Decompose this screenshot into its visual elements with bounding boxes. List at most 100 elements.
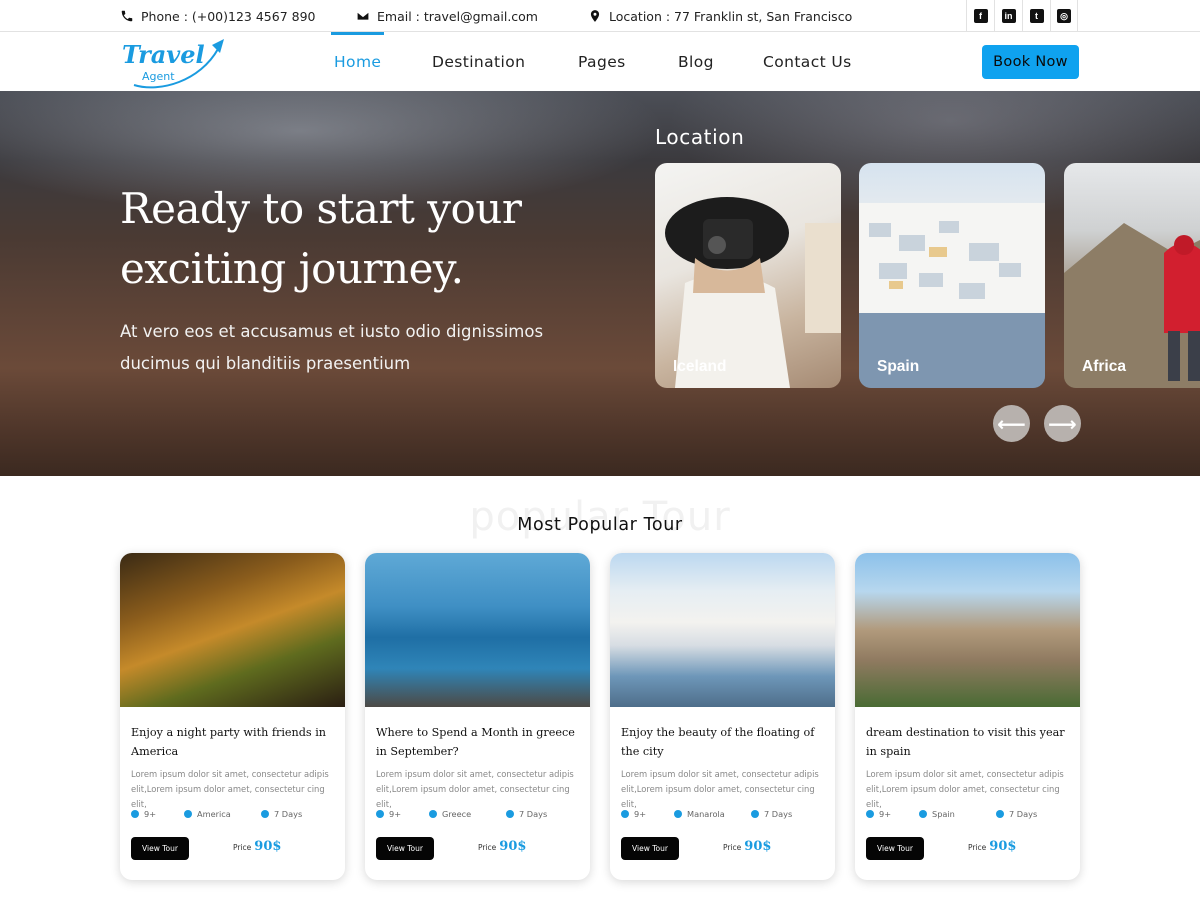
tour-image [610,553,835,707]
map-pin-icon [590,10,600,22]
price-value: 90$ [254,839,282,854]
nav-home[interactable]: Home [330,32,385,91]
email-info: Email : travel@gmail.com [356,0,538,32]
tour-duration: 7 Days [996,809,1037,819]
hero-title: Ready to start your exciting journey. [120,184,522,293]
nav-contact-us[interactable]: Contact Us [763,33,852,91]
price-label: Price [233,843,252,852]
tour-meta: 9+ Greece 7 Days [376,809,582,821]
price-value: 90$ [989,839,1017,854]
email-text[interactable]: Email : travel@gmail.com [377,9,538,24]
people-count-text: 9+ [144,809,157,819]
tour-duration: 7 Days [261,809,302,819]
phone-info: Phone : (+00)123 4567 890 [120,0,316,32]
location-card-africa[interactable]: Africa [1064,163,1200,388]
tour-description: Lorem ipsum dolor sit amet, consectetur … [866,769,1064,809]
tour-body: Enjoy the beauty of the floating of the … [621,723,827,860]
people-count: 9+ [621,809,646,819]
location-heading: Location [655,125,745,149]
top-bar: Phone : (+00)123 4567 890 Email : travel… [0,0,1200,32]
tour-title[interactable]: Enjoy the beauty of the floating of the … [621,723,827,763]
map-pin-icon [919,810,927,818]
nav-blog[interactable]: Blog [678,33,714,91]
price-label: Price [968,843,987,852]
tour-meta: 9+ America 7 Days [131,809,337,821]
clock-icon [506,810,514,818]
tour-price: Price 90$ [968,839,1016,854]
book-now-button[interactable]: Book Now [982,45,1079,79]
envelope-icon [356,11,370,21]
location-info: Location : 77 Franklin st, San Francisco [588,0,852,32]
tour-description: Lorem ipsum dolor sit amet, consectetur … [131,769,329,809]
location-name: Iceland [673,358,727,375]
tour-place: Greece [429,809,471,819]
tour-card[interactable]: dream destination to visit this year in … [855,553,1080,880]
tour-duration-text: 7 Days [274,809,303,819]
carousel-prev-button[interactable]: ⟵ [993,405,1030,442]
nav-pages[interactable]: Pages [578,33,626,91]
carousel-next-button[interactable]: ⟶ [1044,405,1081,442]
main-nav: Travel Agent Home Destination Pages Blog… [0,32,1200,91]
tour-duration: 7 Days [506,809,547,819]
tour-image [855,553,1080,707]
arrow-right-icon: ⟶ [1048,411,1077,436]
view-tour-button[interactable]: View Tour [621,837,679,860]
logo-text-line2: Agent [142,70,175,83]
nav-destination[interactable]: Destination [432,33,525,91]
tour-place: Spain [919,809,955,819]
clock-icon [996,810,1004,818]
clock-icon [261,810,269,818]
map-pin-icon [429,810,437,818]
people-count: 9+ [131,809,156,819]
tour-price: Price 90$ [478,839,526,854]
tour-card[interactable]: Where to Spend a Month in greece in Sept… [365,553,590,880]
tour-meta: 9+ Manarola 7 Days [621,809,827,821]
tour-place-text: America [197,809,231,819]
tour-duration-text: 7 Days [519,809,548,819]
map-pin-icon [184,810,192,818]
arrow-left-icon: ⟵ [997,411,1026,436]
map-pin-icon [674,810,682,818]
location-name: Spain [877,358,920,375]
price-label: Price [723,843,742,852]
hero-banner: Ready to start your exciting journey. At… [0,91,1200,476]
tour-duration: 7 Days [751,809,792,819]
tour-body: dream destination to visit this year in … [866,723,1072,860]
spain-photo [859,203,1045,388]
location-text: Location : 77 Franklin st, San Francisco [609,8,853,24]
facebook-icon[interactable]: f [966,0,994,32]
people-count-text: 9+ [634,809,647,819]
view-tour-button[interactable]: View Tour [131,837,189,860]
user-icon [621,810,629,818]
user-icon [131,810,139,818]
location-card-spain[interactable]: Spain [859,163,1045,388]
logo[interactable]: Travel Agent [120,35,230,89]
view-tour-button[interactable]: View Tour [866,837,924,860]
social-links: f in t ◎ [966,0,1078,32]
tour-card[interactable]: Enjoy the beauty of the floating of the … [610,553,835,880]
phone-text: Phone : (+00)123 4567 890 [141,8,316,24]
africa-photo [1064,223,1200,388]
view-tour-button[interactable]: View Tour [376,837,434,860]
tour-description: Lorem ipsum dolor sit amet, consectetur … [621,769,819,809]
clock-icon [751,810,759,818]
logo-text-line1: Travel [122,40,205,69]
location-card-iceland[interactable]: Iceland [655,163,841,388]
price-value: 90$ [499,839,527,854]
section-title: Most Popular Tour [517,515,683,535]
tour-card[interactable]: Enjoy a night party with friends in Amer… [120,553,345,880]
tour-title[interactable]: Where to Spend a Month in greece in Sept… [376,723,582,763]
phone-icon [121,10,133,22]
tour-body: Enjoy a night party with friends in Amer… [131,723,337,860]
instagram-icon[interactable]: ◎ [1050,0,1078,32]
linkedin-icon[interactable]: in [994,0,1022,32]
people-count: 9+ [376,809,401,819]
user-icon [866,810,874,818]
tour-title[interactable]: Enjoy a night party with friends in Amer… [131,723,337,763]
people-count-text: 9+ [389,809,402,819]
price-value: 90$ [744,839,772,854]
twitter-icon[interactable]: t [1022,0,1050,32]
tour-title[interactable]: dream destination to visit this year in … [866,723,1072,763]
tour-body: Where to Spend a Month in greece in Sept… [376,723,582,860]
tour-price: Price 90$ [723,839,771,854]
